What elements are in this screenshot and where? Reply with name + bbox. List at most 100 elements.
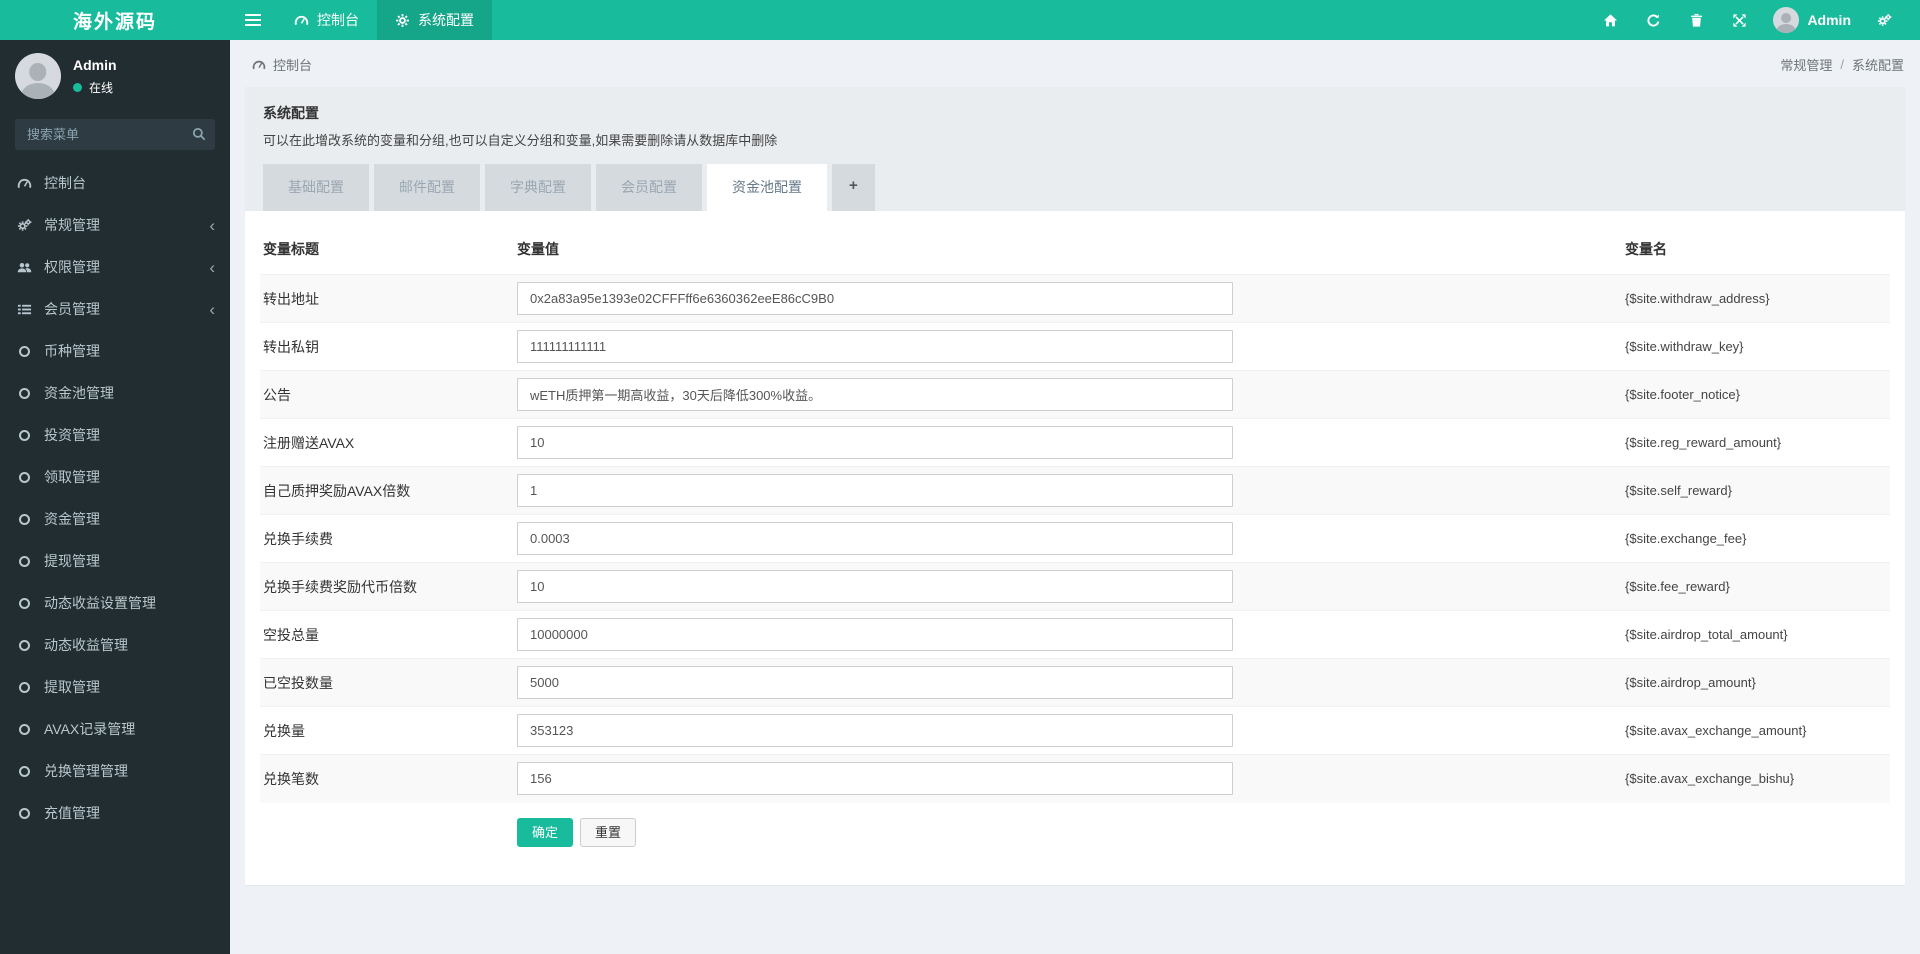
users-icon bbox=[15, 260, 33, 275]
nav-tab-label: 控制台 bbox=[317, 12, 359, 28]
circle-icon bbox=[15, 765, 33, 777]
search-icon[interactable] bbox=[192, 127, 206, 141]
sidebar-item-avax-record[interactable]: AVAX记录管理 bbox=[0, 708, 230, 750]
tab-mail-config[interactable]: 邮件配置 bbox=[374, 164, 480, 211]
sidebar-user-panel: Admin 在线 bbox=[0, 40, 230, 111]
table-row: 兑换笔数 {$site.avax_exchange_bishu} bbox=[260, 754, 1890, 803]
table-row: 空投总量 {$site.airdrop_total_amount} bbox=[260, 610, 1890, 659]
var-value-input[interactable] bbox=[517, 282, 1233, 315]
breadcrumb-left[interactable]: 控制台 bbox=[252, 55, 312, 74]
table-row: 注册赠送AVAX {$site.reg_reward_amount} bbox=[260, 418, 1890, 467]
nav-tab-system-config[interactable]: 系统配置 bbox=[377, 0, 492, 40]
sidebar-item-member[interactable]: 会员管理 ‹ bbox=[0, 288, 230, 330]
refresh-icon bbox=[1646, 13, 1661, 28]
panel-title: 系统配置 bbox=[263, 105, 319, 121]
sidebar-item-dynamic-income[interactable]: 动态收益管理 bbox=[0, 624, 230, 666]
gears-icon bbox=[15, 218, 33, 233]
menu-label: 控制台 bbox=[44, 175, 86, 191]
menu-label: 常规管理 bbox=[44, 217, 100, 233]
system-config-panel: 系统配置 可以在此增改系统的变量和分组,也可以自定义分组和变量,如果需要删除请从… bbox=[245, 87, 1905, 885]
sidebar-item-dashboard[interactable]: 控制台 bbox=[0, 162, 230, 204]
chevron-left-icon: ‹ bbox=[209, 215, 215, 235]
dashboard-icon bbox=[252, 58, 266, 72]
online-dot-icon bbox=[73, 82, 82, 92]
var-title: 公告 bbox=[263, 386, 291, 403]
form-actions: 确定 重置 bbox=[517, 817, 1890, 847]
submit-button[interactable]: 确定 bbox=[517, 817, 574, 847]
tab-basic-config[interactable]: 基础配置 bbox=[263, 164, 369, 211]
gear-icon bbox=[395, 13, 410, 28]
search-input[interactable] bbox=[15, 119, 215, 150]
settings-button[interactable] bbox=[1863, 0, 1906, 40]
sidebar-item-invest[interactable]: 投资管理 bbox=[0, 414, 230, 456]
var-value-input[interactable] bbox=[517, 570, 1233, 603]
sidebar-item-dynamic-income-setting[interactable]: 动态收益设置管理 bbox=[0, 582, 230, 624]
sidebar-search bbox=[15, 119, 215, 150]
sidebar-menu: 控制台 常规管理 ‹ 权限管理 ‹ 会员管理 ‹ 币种管理 资金池管理 投资管理… bbox=[0, 162, 230, 834]
trash-icon bbox=[1689, 13, 1704, 28]
sidebar-toggle-button[interactable] bbox=[230, 0, 276, 40]
var-value-input[interactable] bbox=[517, 666, 1233, 699]
breadcrumb-parent[interactable]: 常规管理 bbox=[1780, 55, 1832, 74]
tab-pool-config[interactable]: 资金池配置 bbox=[707, 164, 827, 211]
sidebar-item-withdraw[interactable]: 提现管理 bbox=[0, 540, 230, 582]
var-value-input[interactable] bbox=[517, 618, 1233, 651]
config-table: 变量标题 变量值 变量名 转出地址 {$site.withdraw_addres… bbox=[260, 227, 1890, 803]
table-row: 转出私钥 {$site.withdraw_key} bbox=[260, 322, 1890, 371]
var-title: 已空投数量 bbox=[263, 674, 333, 691]
menu-label: 会员管理 bbox=[44, 301, 100, 317]
sidebar-item-extract[interactable]: 提取管理 bbox=[0, 666, 230, 708]
var-title: 注册赠送AVAX bbox=[263, 434, 355, 451]
table-row: 已空投数量 {$site.airdrop_amount} bbox=[260, 658, 1890, 707]
var-title: 转出私钥 bbox=[263, 338, 319, 355]
var-name: {$site.avax_exchange_bishu} bbox=[1625, 771, 1795, 787]
table-row: 自己质押奖励AVAX倍数 {$site.self_reward} bbox=[260, 466, 1890, 515]
sidebar-item-pool[interactable]: 资金池管理 bbox=[0, 372, 230, 414]
sidebar-item-funds[interactable]: 资金管理 bbox=[0, 498, 230, 540]
circle-icon bbox=[15, 723, 33, 735]
sidebar-item-general[interactable]: 常规管理 ‹ bbox=[0, 204, 230, 246]
circle-icon bbox=[15, 807, 33, 819]
var-value-input[interactable] bbox=[517, 426, 1233, 459]
var-value-input[interactable] bbox=[517, 522, 1233, 555]
sidebar-item-coin[interactable]: 币种管理 bbox=[0, 330, 230, 372]
var-title: 转出地址 bbox=[263, 290, 319, 307]
var-value-input[interactable] bbox=[517, 378, 1233, 411]
circle-icon bbox=[15, 639, 33, 651]
breadcrumb: 控制台 常规管理 / 系统配置 bbox=[230, 40, 1920, 87]
var-title: 兑换量 bbox=[263, 722, 305, 739]
circle-icon bbox=[15, 555, 33, 567]
user-menu[interactable]: Admin bbox=[1761, 7, 1863, 33]
var-value-input[interactable] bbox=[517, 762, 1233, 796]
tab-member-config[interactable]: 会员配置 bbox=[596, 164, 702, 211]
var-value-input[interactable] bbox=[517, 714, 1233, 747]
var-value-input[interactable] bbox=[517, 330, 1233, 363]
var-value-input[interactable] bbox=[517, 474, 1233, 507]
sidebar-item-permission[interactable]: 权限管理 ‹ bbox=[0, 246, 230, 288]
nav-tab-console[interactable]: 控制台 bbox=[276, 0, 377, 40]
breadcrumb-home[interactable]: 控制台 bbox=[273, 55, 312, 74]
var-title: 兑换手续费奖励代币倍数 bbox=[263, 578, 417, 595]
gears-icon bbox=[1877, 13, 1892, 28]
tab-dictionary-config[interactable]: 字典配置 bbox=[485, 164, 591, 211]
sidebar-item-recharge[interactable]: 充值管理 bbox=[0, 792, 230, 834]
fullscreen-button[interactable] bbox=[1718, 0, 1761, 40]
menu-label: 兑换管理管理 bbox=[44, 763, 128, 779]
circle-icon bbox=[15, 471, 33, 483]
dashboard-icon bbox=[294, 13, 309, 28]
menu-label: 提取管理 bbox=[44, 679, 100, 695]
clear-cache-button[interactable] bbox=[1675, 0, 1718, 40]
sidebar-item-claim[interactable]: 领取管理 bbox=[0, 456, 230, 498]
sidebar-item-exchange[interactable]: 兑换管理管理 bbox=[0, 750, 230, 792]
col-header-title: 变量标题 bbox=[263, 241, 319, 257]
breadcrumb-current: 系统配置 bbox=[1851, 58, 1904, 73]
add-tab-button[interactable]: + bbox=[832, 164, 875, 211]
table-row: 公告 {$site.footer_notice} bbox=[260, 370, 1890, 419]
main-content: 控制台 常规管理 / 系统配置 系统配置 可以在此增改系统的变量和分组,也可以自… bbox=[230, 40, 1920, 954]
circle-icon bbox=[15, 429, 33, 441]
breadcrumb-right: 常规管理 / 系统配置 bbox=[1780, 55, 1904, 74]
reset-button[interactable]: 重置 bbox=[580, 817, 637, 847]
home-button[interactable] bbox=[1589, 0, 1632, 40]
refresh-button[interactable] bbox=[1632, 0, 1675, 40]
menu-label: 动态收益管理 bbox=[44, 637, 128, 653]
